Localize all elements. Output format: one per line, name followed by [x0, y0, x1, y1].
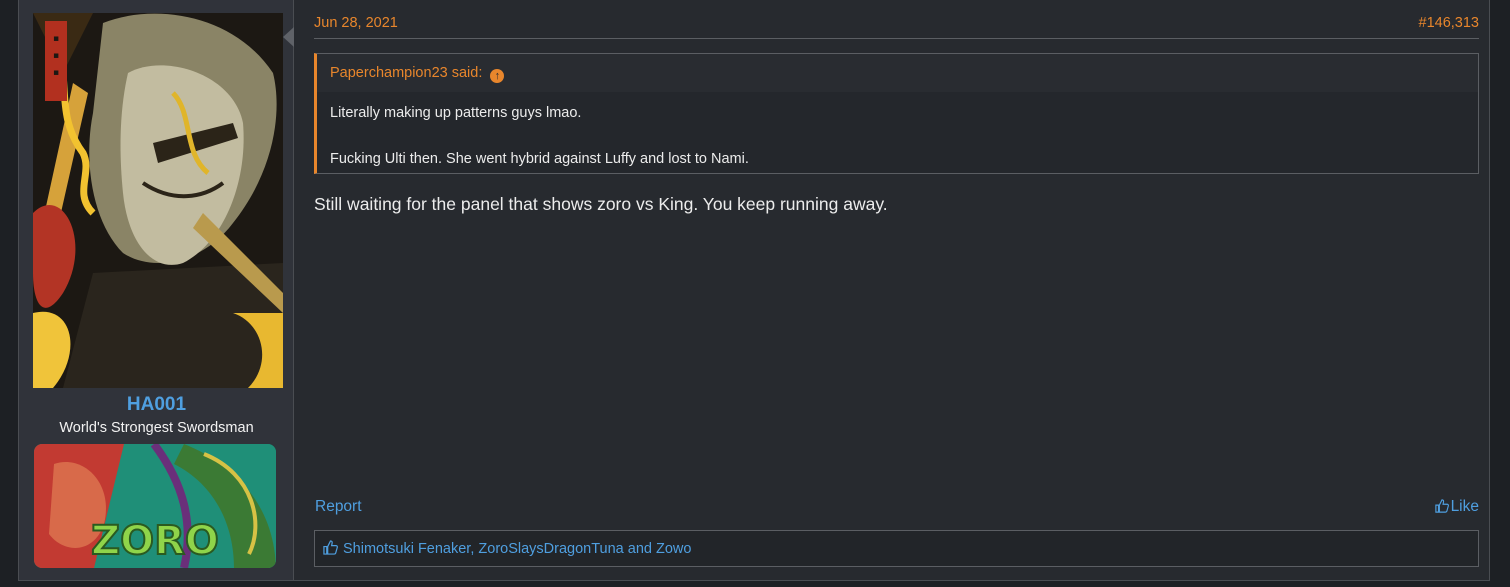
like-label: Like: [1450, 498, 1479, 515]
banner-logo-text: ZORO: [91, 518, 219, 564]
quote-block: Paperchampion23 said: ↑ Literally making…: [314, 53, 1479, 174]
svg-text:▪: ▪: [53, 34, 59, 44]
quote-body: Literally making up patterns guys lmao. …: [317, 92, 1478, 171]
post-date[interactable]: Jun 28, 2021: [314, 15, 398, 31]
report-link[interactable]: Report: [315, 498, 362, 516]
quote-author[interactable]: Paperchampion23 said:: [330, 65, 482, 81]
avatar-artwork: ▪ ▪ ▪: [33, 13, 283, 388]
arrow-up-circle-icon[interactable]: ↑: [490, 69, 505, 83]
user-sidebar: ▪ ▪ ▪ HA001 World's Strongest Swordsman …: [19, 0, 294, 580]
svg-text:▪: ▪: [53, 68, 59, 78]
header-divider: [314, 38, 1479, 39]
quote-line: Literally making up patterns guys lmao.: [330, 105, 582, 121]
banner-artwork: ZORO: [34, 444, 276, 568]
thumbs-up-icon: [1434, 499, 1449, 513]
reactions-bar[interactable]: Shimotsuki Fenaker, ZoroSlaysDragonTuna …: [314, 530, 1479, 567]
quote-header[interactable]: Paperchampion23 said: ↑: [317, 54, 1478, 92]
user-banner: ZORO: [34, 444, 276, 568]
user-title: World's Strongest Swordsman: [59, 420, 254, 436]
user-avatar[interactable]: ▪ ▪ ▪: [33, 13, 283, 388]
post-container: ▪ ▪ ▪ HA001 World's Strongest Swordsman …: [18, 0, 1490, 581]
reactions-list[interactable]: Shimotsuki Fenaker, ZoroSlaysDragonTuna …: [343, 541, 691, 557]
like-button[interactable]: Like: [1434, 498, 1479, 516]
post-number[interactable]: #146,313: [1419, 15, 1479, 31]
user-arrow-indicator: [283, 27, 294, 47]
username[interactable]: HA001: [19, 394, 294, 416]
post-message: Still waiting for the panel that shows z…: [314, 194, 888, 214]
quote-line: Fucking Ulti then. She went hybrid again…: [330, 151, 749, 167]
thumbs-up-icon: [323, 540, 338, 555]
svg-text:▪: ▪: [53, 51, 59, 61]
post-main: Jun 28, 2021 #146,313 Paperchampion23 sa…: [314, 0, 1479, 580]
